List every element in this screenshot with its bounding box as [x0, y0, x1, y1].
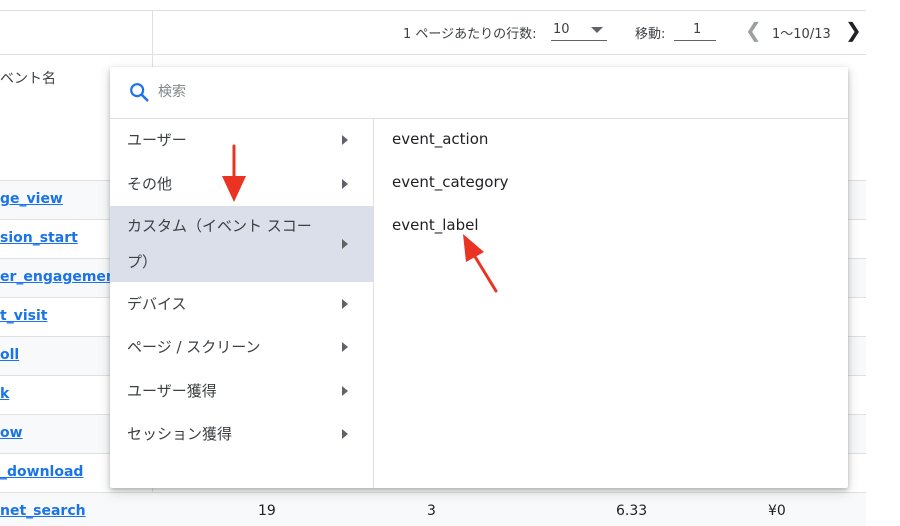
category-label: その他	[127, 175, 173, 193]
category-label-line2: プ）	[127, 253, 158, 271]
category-label: ユーザー	[127, 131, 187, 149]
event-name-link[interactable]: ge_view	[0, 191, 63, 207]
dimension-search-row	[110, 67, 848, 119]
event-name-link[interactable]: er_engagement	[0, 269, 123, 285]
chevron-right-icon	[342, 429, 348, 439]
dropdown-caret-icon[interactable]	[591, 27, 603, 33]
chevron-right-icon	[342, 179, 348, 189]
rows-per-page-select[interactable]: 10	[553, 22, 570, 37]
category-item-device[interactable]: デバイス	[110, 282, 374, 325]
go-to-page-underline	[674, 40, 716, 41]
category-label: ページ / スクリーン	[127, 338, 261, 356]
table-pagination: 1 ページあたりの行数: 10 移動: 1 ❮ 1〜10/13 ❯	[153, 10, 866, 54]
category-item-session-acquisition[interactable]: セッション獲得	[110, 412, 374, 456]
table-cell-value: ¥0	[768, 503, 786, 519]
dimension-item-event-action[interactable]: event_action	[392, 130, 488, 148]
chevron-right-icon	[342, 299, 348, 309]
category-item-user-acquisition[interactable]: ユーザー獲得	[110, 369, 374, 412]
event-name-link[interactable]: t_visit	[0, 308, 47, 324]
dimension-item-event-label[interactable]: event_label	[392, 216, 479, 234]
chevron-right-icon	[342, 342, 348, 352]
event-name-link[interactable]: _download	[0, 464, 83, 480]
event-name-link[interactable]: ow	[0, 425, 23, 441]
category-label-line1: カスタム（イベント スコー	[127, 217, 312, 235]
table-cell-value: 3	[427, 503, 436, 519]
dimension-picker-dropdown: ユーザー その他 カスタム（イベント スコー プ） デバイス ページ / スクリ…	[110, 67, 848, 488]
event-name-column-header: ベント名	[0, 71, 56, 87]
page-range-text: 1〜10/13	[772, 27, 831, 42]
category-item-user[interactable]: ユーザー	[110, 119, 374, 162]
dimension-search-input[interactable]	[158, 81, 758, 103]
chevron-right-icon	[342, 239, 348, 249]
category-label: セッション獲得	[127, 425, 233, 443]
page-right-margin	[866, 0, 900, 526]
category-item-page-screen[interactable]: ページ / スクリーン	[110, 325, 374, 369]
rows-per-page-label: 1 ページあたりの行数:	[403, 27, 537, 42]
dimension-item-event-category[interactable]: event_category	[392, 173, 509, 191]
search-icon	[130, 83, 149, 102]
category-label: デバイス	[127, 295, 187, 313]
dimension-category-list: ユーザー その他 カスタム（イベント スコー プ） デバイス ページ / スクリ…	[110, 119, 374, 488]
go-to-page-label: 移動:	[635, 27, 666, 42]
chevron-left-icon[interactable]: ❮	[745, 18, 762, 42]
event-name-link[interactable]: net_search	[0, 503, 86, 519]
rows-per-page-underline	[551, 40, 607, 41]
go-to-page-input[interactable]: 1	[693, 22, 701, 37]
chevron-right-icon[interactable]: ❯	[845, 18, 862, 42]
table-header-border	[0, 54, 866, 55]
event-name-link[interactable]: sion_start	[0, 230, 78, 246]
chevron-right-icon	[342, 135, 348, 145]
table-cell-value: 19	[258, 503, 276, 519]
category-item-other[interactable]: その他	[110, 162, 374, 206]
category-label: ユーザー獲得	[127, 382, 217, 400]
chevron-right-icon	[342, 386, 348, 396]
event-name-link[interactable]: k	[0, 386, 9, 402]
table-cell-value: 6.33	[616, 503, 648, 519]
event-name-link[interactable]: oll	[0, 347, 19, 363]
row-border	[0, 492, 866, 493]
category-item-custom-event-scope[interactable]: カスタム（イベント スコー プ）	[110, 206, 374, 282]
